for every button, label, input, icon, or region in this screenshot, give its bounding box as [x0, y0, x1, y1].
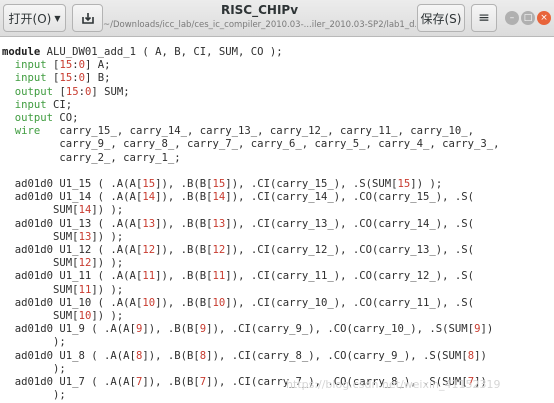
- code-line: );: [2, 362, 66, 375]
- code-line: module ALU_DW01_add_1 ( A, B, CI, SUM, C…: [2, 46, 283, 58]
- title-area: RISC_CHIPv ~/Downloads/icc_lab/ces_ic_co…: [103, 3, 416, 33]
- code-area[interactable]: module ALU_DW01_add_1 ( A, B, CI, SUM, C…: [0, 37, 554, 402]
- close-icon[interactable]: ×: [537, 11, 551, 25]
- code-line: output CO;: [14, 112, 79, 125]
- open-button-label: 打开(O): [8, 11, 52, 26]
- save-button[interactable]: 保存(S): [417, 4, 465, 32]
- code-line: );: [2, 389, 66, 402]
- code-line: );: [2, 336, 66, 349]
- code-line: SUM[11]) );: [2, 283, 124, 296]
- window-title: RISC_CHIPv: [220, 3, 299, 17]
- code-line: ad01d0 U1_14 ( .A(A[14]), .B(B[14]), .CI…: [2, 191, 475, 204]
- code-line: ad01d0 U1_11 ( .A(A[11]), .B(B[11]), .CI…: [2, 270, 475, 283]
- code-line: input CI;: [14, 98, 73, 111]
- minimize-icon[interactable]: –: [505, 11, 519, 25]
- code-line: input [15:0] A;: [14, 59, 111, 72]
- hamburger-menu-icon[interactable]: ≡: [471, 4, 497, 32]
- code-line: wire carry_15_, carry_14_, carry_13_, ca…: [14, 125, 474, 138]
- code-line: ad01d0 U1_15 ( .A(A[15]), .B(B[15]), .CI…: [2, 178, 443, 191]
- code-line: ad01d0 U1_10 ( .A(A[10]), .B(B[10]), .CI…: [2, 296, 475, 309]
- save-to-location-button[interactable]: [72, 4, 103, 32]
- code-line: output [15:0] SUM;: [14, 85, 130, 98]
- code-line: input [15:0] B;: [14, 72, 111, 85]
- text-editor[interactable]: module ALU_DW01_add_1 ( A, B, CI, SUM, C…: [0, 37, 554, 403]
- code-line: carry_9_, carry_8_, carry_7_, carry_6_, …: [2, 138, 500, 151]
- open-button[interactable]: 打开(O) ▼: [3, 4, 66, 32]
- save-to-icon: [81, 13, 94, 24]
- maximize-icon[interactable]: □: [521, 11, 535, 25]
- code-line: SUM[12]) );: [2, 257, 124, 270]
- code-line: ad01d0 U1_9 ( .A(A[9]), .B(B[9]), .CI(ca…: [2, 323, 494, 336]
- code-line: ad01d0 U1_13 ( .A(A[13]), .B(B[13]), .CI…: [2, 217, 475, 230]
- code-line: carry_2_, carry_1_;: [2, 151, 181, 164]
- code-line: SUM[13]) );: [2, 230, 124, 243]
- header-bar: 打开(O) ▼ RISC_CHIPv ~/Downloads/icc_lab/c…: [0, 0, 554, 37]
- watermark: https://blog.csdn.net/weixin_41152319: [286, 378, 501, 391]
- file-path: ~/Downloads/icc_lab/ces_ic_compiler_2010…: [103, 20, 416, 30]
- code-line: SUM[10]) );: [2, 310, 124, 323]
- code-line: ad01d0 U1_8 ( .A(A[8]), .B(B[8]), .CI(ca…: [2, 349, 487, 362]
- code-line: SUM[14]) );: [2, 204, 124, 217]
- code-line: ad01d0 U1_12 ( .A(A[12]), .B(B[12]), .CI…: [2, 244, 475, 257]
- chevron-down-icon: ▼: [54, 13, 61, 23]
